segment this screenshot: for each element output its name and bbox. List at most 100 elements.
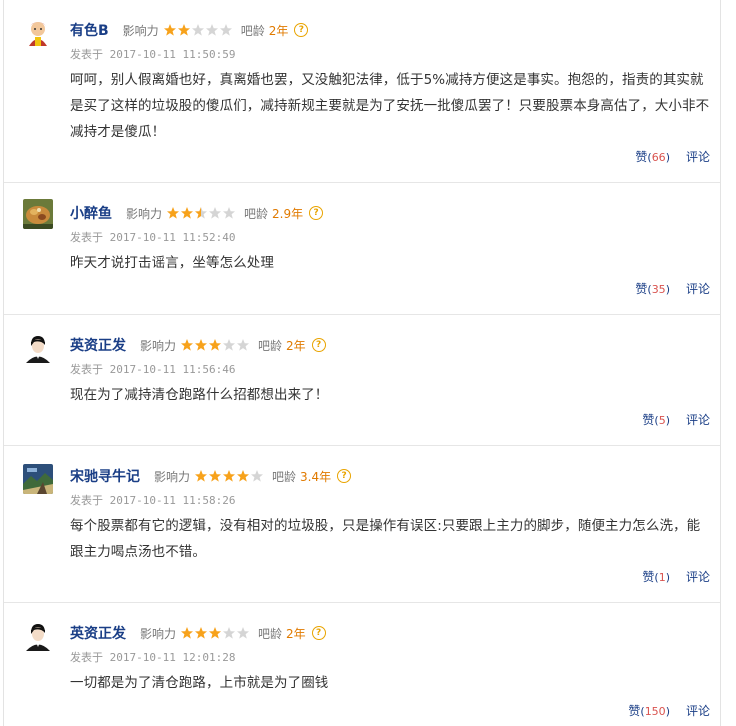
reply-button[interactable]: 评论 [686, 148, 710, 165]
like-button[interactable]: 赞(150) [628, 702, 670, 719]
username[interactable]: 宋驰寻牛记 [70, 466, 140, 486]
star-filled-icon [181, 627, 194, 639]
avatar[interactable] [23, 464, 53, 494]
avatar[interactable] [23, 333, 53, 363]
star-filled-icon [195, 339, 208, 351]
star-filled-icon [209, 627, 222, 639]
like-button[interactable]: 赞(35) [635, 280, 670, 297]
comment-text: 现在为了减持清仓跑路什么招都想出来了！ [70, 387, 329, 403]
like-count: 66 [651, 151, 666, 164]
influence-stars [194, 469, 264, 483]
star-empty-icon [223, 339, 236, 351]
food-avatar-icon [23, 199, 53, 229]
avatar[interactable] [23, 199, 53, 229]
comment-item: 英资正发 影响力 吧龄 2年 ? 发表于 2017-10-11 11:56:46… [4, 315, 720, 446]
age-label: 吧龄 [244, 206, 269, 221]
comment-text: 一切都是为了清仓跑路，上市就是为了圈钱 [70, 675, 329, 691]
star-filled-icon [223, 470, 236, 482]
comment-item: 小醉鱼 影响力 吧龄 2.9年 ? 发表于 2017-10-11 11:52:4… [4, 183, 720, 315]
comment-list: 有色B 影响力 吧龄 2年 ? 发表于 2017-10-11 11:50:59 … [3, 0, 721, 726]
star-empty-icon [219, 24, 232, 36]
age-label: 吧龄 [272, 469, 297, 484]
like-label: 赞 [635, 282, 648, 296]
star-filled-icon [195, 627, 208, 639]
post-time: 发表于 2017-10-11 12:01:28 [70, 651, 236, 664]
comment-header: 英资正发 影响力 吧龄 2年 ? [70, 335, 326, 355]
post-time: 发表于 2017-10-11 11:52:40 [70, 231, 236, 244]
star-empty-icon [205, 24, 218, 36]
star-empty-icon [237, 627, 250, 639]
star-filled-icon [209, 339, 222, 351]
reply-button[interactable]: 评论 [686, 280, 710, 297]
reply-button[interactable]: 评论 [686, 702, 710, 719]
influence-stars [163, 23, 233, 37]
like-label: 赞 [628, 704, 641, 718]
influence-label: 影响力 [126, 206, 163, 221]
age-label: 吧龄 [258, 626, 283, 641]
comment-text: 每个股票都有它的逻辑，没有相对的垃圾股，只是操作有误区:只要跟上主力的脚步，随便… [70, 518, 701, 560]
help-icon[interactable]: ? [337, 469, 352, 483]
star-filled-icon [167, 207, 180, 219]
age-value: 2.9年 [272, 206, 304, 221]
like-label: 赞 [642, 570, 655, 584]
avatar[interactable] [23, 18, 53, 48]
comment-header: 小醉鱼 影响力 吧龄 2.9年 ? [70, 203, 324, 223]
influence-stars [180, 338, 250, 352]
help-icon[interactable]: ? [311, 626, 326, 640]
age-value: 3.4年 [300, 469, 332, 484]
comment-header: 有色B 影响力 吧龄 2年 ? [70, 20, 309, 40]
reply-button[interactable]: 评论 [686, 411, 710, 428]
person-avatar-icon [23, 333, 53, 363]
comment-header: 英资正发 影响力 吧龄 2年 ? [70, 623, 326, 643]
star-empty-icon [237, 339, 250, 351]
username[interactable]: 英资正发 [70, 335, 126, 355]
help-icon[interactable]: ? [311, 338, 326, 352]
influence-label: 影响力 [154, 469, 191, 484]
like-button[interactable]: 赞(5) [642, 411, 670, 428]
star-filled-icon [181, 339, 194, 351]
star-filled-icon [177, 24, 190, 36]
comment-item: 有色B 影响力 吧龄 2年 ? 发表于 2017-10-11 11:50:59 … [4, 0, 720, 183]
username[interactable]: 英资正发 [70, 623, 126, 643]
comment-actions: 赞(150) 评论 [628, 702, 710, 719]
help-icon[interactable]: ? [294, 23, 309, 37]
comment-text: 呵呵，别人假离婚也好，真离婚也罢，又没触犯法律，低于5%减持方便这是事实。抱怨的… [70, 72, 710, 140]
username[interactable]: 有色B [70, 20, 109, 40]
star-half-icon [195, 207, 208, 219]
age-value: 2年 [286, 338, 306, 353]
star-empty-icon [209, 207, 222, 219]
comment-actions: 赞(66) 评论 [635, 148, 710, 165]
post-time: 发表于 2017-10-11 11:58:26 [70, 494, 236, 507]
cartoon-avatar-icon [23, 18, 53, 48]
comment-header: 宋驰寻牛记 影响力 吧龄 3.4年 ? [70, 466, 352, 486]
post-time: 发表于 2017-10-11 11:50:59 [70, 48, 236, 61]
influence-stars [166, 206, 236, 220]
star-empty-icon [223, 627, 236, 639]
like-label: 赞 [642, 413, 655, 427]
star-filled-icon [209, 470, 222, 482]
help-icon[interactable]: ? [309, 206, 324, 220]
age-label: 吧龄 [258, 338, 283, 353]
username[interactable]: 小醉鱼 [70, 203, 112, 223]
star-filled-icon [237, 470, 250, 482]
person-avatar-icon [23, 621, 53, 651]
like-label: 赞 [635, 150, 648, 164]
like-button[interactable]: 赞(66) [635, 148, 670, 165]
influence-label: 影响力 [122, 23, 159, 38]
like-button[interactable]: 赞(1) [642, 568, 670, 585]
like-count: 1 [658, 571, 666, 584]
like-count: 35 [651, 283, 666, 296]
age-value: 2年 [286, 626, 306, 641]
comment-item: 宋驰寻牛记 影响力 吧龄 3.4年 ? 发表于 2017-10-11 11:58… [4, 446, 720, 603]
like-count: 150 [644, 705, 666, 718]
star-empty-icon [251, 470, 264, 482]
star-empty-icon [223, 207, 236, 219]
age-value: 2年 [268, 23, 289, 38]
star-filled-icon [181, 207, 194, 219]
post-time: 发表于 2017-10-11 11:56:46 [70, 363, 236, 376]
landscape-avatar-icon [23, 464, 53, 494]
reply-button[interactable]: 评论 [686, 568, 710, 585]
like-count: 5 [658, 414, 666, 427]
star-filled-icon [163, 24, 176, 36]
avatar[interactable] [23, 621, 53, 651]
